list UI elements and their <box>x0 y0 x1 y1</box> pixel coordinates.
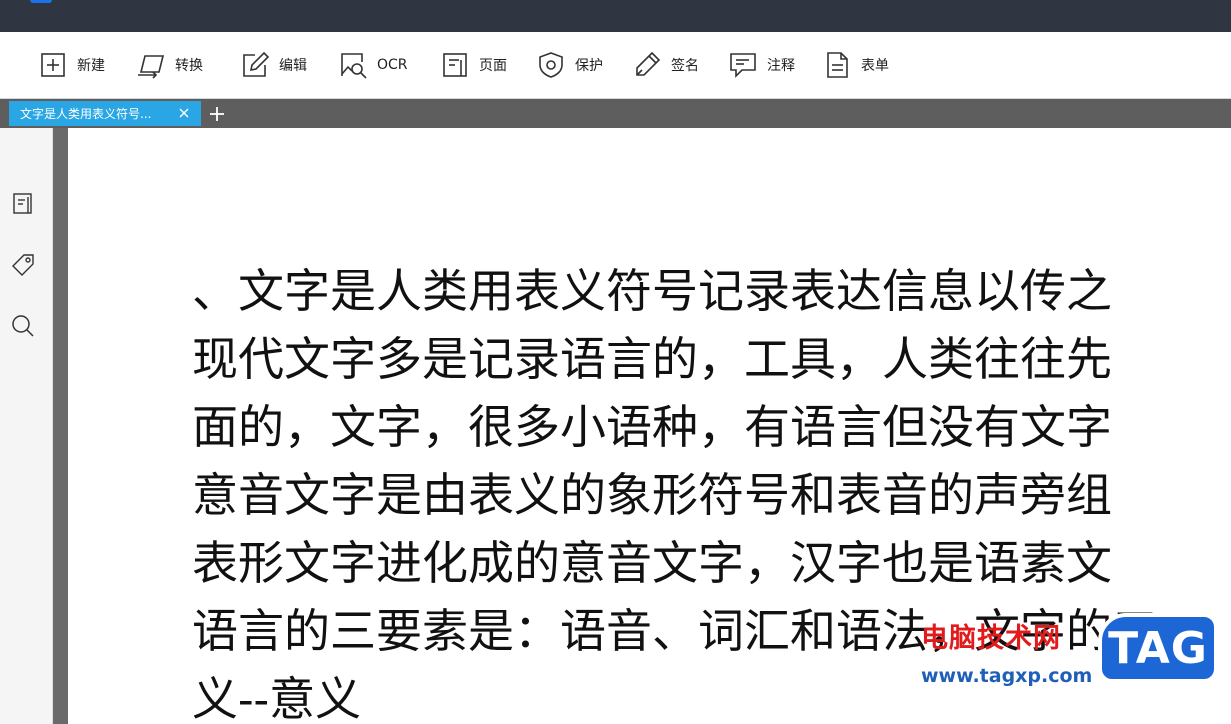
app-logo-icon <box>30 0 52 3</box>
page-thumbnail-icon <box>13 193 32 214</box>
convert-button-label: 转换 <box>175 58 203 74</box>
comment-button[interactable]: 注释 <box>728 32 795 98</box>
bookmark-tag-icon <box>12 254 34 276</box>
document-page[interactable]: 、文字是人类用表义符号记录表达信息以传之 现代文字多是记录语言的，工具，人类往往… <box>68 128 1231 724</box>
page-button-label: 页面 <box>479 58 507 74</box>
page-gutter <box>53 128 68 724</box>
ocr-button-label: OCR <box>377 57 408 73</box>
convert-button[interactable]: 转换 <box>136 32 203 98</box>
sign-button[interactable]: 签名 <box>632 32 699 98</box>
sidebar-item-search[interactable] <box>8 311 38 341</box>
add-tab-icon[interactable] <box>207 104 227 124</box>
convert-icon <box>138 55 165 79</box>
add-square-icon <box>41 53 65 77</box>
comment-icon <box>730 53 756 78</box>
document-line: 面的，文字，很多小语种，有语言但没有文字 <box>192 400 1112 454</box>
form-document-icon <box>827 52 848 78</box>
document-line: 语言的三要素是：语音、词汇和语法，文字的三 <box>192 604 1158 658</box>
edit-button[interactable]: 编辑 <box>240 32 307 98</box>
new-button[interactable]: 新建 <box>38 32 105 98</box>
sidebar-item-bookmarks[interactable] <box>8 250 38 280</box>
document-line: 现代文字多是记录语言的，工具，人类往往先 <box>192 332 1112 386</box>
edit-button-label: 编辑 <box>279 58 307 74</box>
protect-button[interactable]: 保护 <box>536 32 603 98</box>
sidebar-item-thumbnails[interactable] <box>8 188 38 218</box>
tab-active-document[interactable]: 文字是人类用表义符号... <box>9 101 201 126</box>
document-line: 义--意义 <box>192 672 362 724</box>
edit-pen-icon <box>243 51 270 77</box>
new-button-label: 新建 <box>77 58 105 74</box>
form-button[interactable]: 表单 <box>822 32 889 98</box>
watermark-url: www.tagxp.com <box>921 665 1093 687</box>
document-line: 意音文字是由表义的象形符号和表音的声旁组 <box>192 468 1112 522</box>
sign-button-label: 签名 <box>671 58 699 74</box>
protect-button-label: 保护 <box>575 58 603 74</box>
signature-pen-icon <box>636 51 661 76</box>
page-button[interactable]: 页面 <box>440 32 507 98</box>
form-button-label: 表单 <box>861 58 889 74</box>
left-sidebar <box>0 128 53 724</box>
shield-icon <box>539 52 563 78</box>
close-icon[interactable] <box>177 106 191 120</box>
search-icon <box>12 315 34 337</box>
document-line: 、文字是人类用表义符号记录表达信息以传之 <box>192 264 1112 318</box>
page-icon <box>443 53 467 77</box>
ocr-scan-icon <box>341 53 367 79</box>
ocr-button[interactable]: OCR <box>338 32 408 98</box>
document-tab-bar: 文字是人类用表义符号... <box>0 99 1231 128</box>
document-line: 表形文字进化成的意音文字，汉字也是语素文 <box>192 536 1112 590</box>
comment-button-label: 注释 <box>767 58 795 74</box>
tab-title: 文字是人类用表义符号... <box>20 107 152 121</box>
main-toolbar: 新建 转换 编辑 OCR 页面 保护 签名 注释 表单 <box>0 32 1231 99</box>
title-bar <box>0 0 1231 32</box>
